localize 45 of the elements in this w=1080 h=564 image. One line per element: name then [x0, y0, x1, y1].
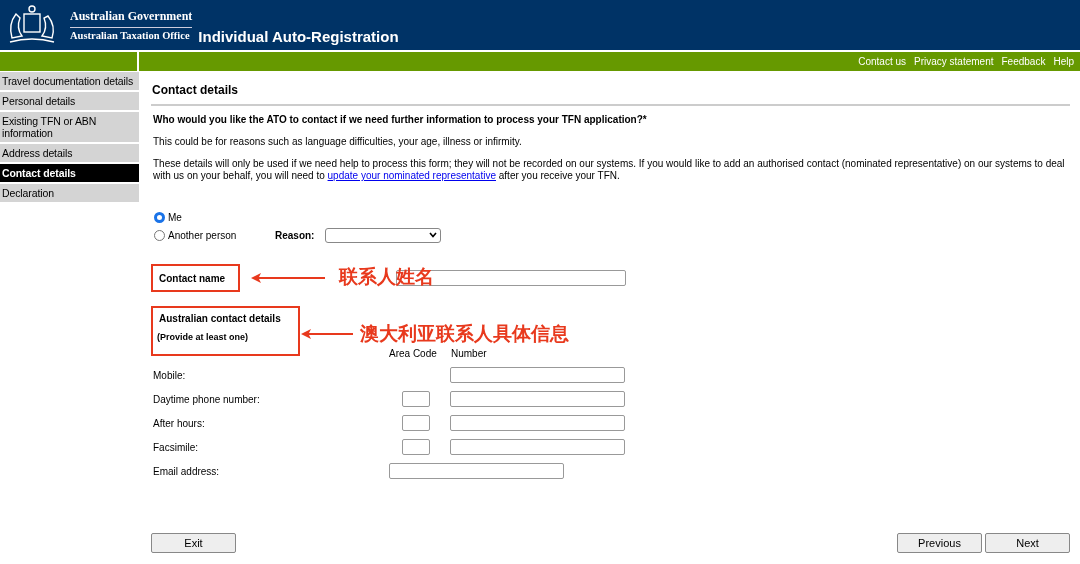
reason-label: Reason:	[275, 229, 315, 241]
agency-name: Australian Government	[70, 9, 193, 28]
email-field[interactable]	[389, 463, 564, 479]
annotation-text: 澳大利亚联系人具体信息	[360, 322, 569, 346]
nominated-representative-link[interactable]: update your nominated representative	[327, 170, 496, 181]
column-header: Area Code	[389, 348, 438, 359]
sidebar-item[interactable]: Address details	[0, 144, 139, 162]
chevron-down-icon	[429, 232, 438, 238]
number-field[interactable]	[450, 391, 625, 407]
area-code-field[interactable]	[402, 439, 430, 455]
field-label: Facsimile:	[153, 441, 199, 453]
area-code-field[interactable]	[402, 391, 430, 407]
radio-label: Me	[168, 211, 182, 223]
field-label: After hours:	[153, 417, 206, 429]
number-field[interactable]	[450, 367, 625, 383]
hint-text: (Provide at least one)	[157, 332, 250, 342]
agency-name: Australian Taxation Office	[70, 30, 191, 41]
annotation-arrow	[301, 329, 353, 339]
sidebar-item[interactable]: Declaration	[0, 184, 139, 202]
sidebar-item[interactable]: Contact details	[0, 164, 139, 182]
sidebar-item[interactable]: Personal details	[0, 92, 139, 110]
next-button[interactable]: Next	[985, 533, 1070, 553]
sidebar-item[interactable]: Existing TFN or ABN information	[0, 112, 139, 142]
radio-button[interactable]	[154, 211, 165, 223]
exit-button[interactable]: Exit	[151, 533, 236, 553]
field-label: Mobile:	[153, 369, 187, 381]
note-text: This could be for reasons such as language difficulties, your age, illness or infirmity.	[153, 136, 523, 148]
sidebar-item[interactable]: Travel documentation details	[0, 72, 139, 90]
app-title: Individual Auto-Registration	[198, 28, 399, 45]
section-heading: Contact details	[151, 81, 1070, 106]
area-code-field[interactable]	[402, 415, 430, 431]
number-field[interactable]	[450, 415, 625, 431]
field-label: Daytime phone number:	[153, 393, 261, 405]
field-label: Contact name	[159, 272, 227, 284]
previous-button[interactable]: Previous	[897, 533, 982, 553]
number-field[interactable]	[450, 439, 625, 455]
radio-label: Another person	[168, 229, 238, 241]
question-text: Who would you like the ATO to contact if we need further information to process your TFN application?*	[153, 114, 648, 126]
column-header: Number	[451, 348, 488, 359]
field-label: Email address:	[153, 465, 221, 477]
annotation-text: 联系人姓名	[339, 265, 434, 289]
details-paragraph: These details will only be used if we need help to process this form; they will not be recorded on our systems. If you would like to add an authorised contact (nominated representative) on our systems to deal with us on your behalf, you will need to update your nominated representative after you receive your TFN.	[153, 158, 1066, 182]
reason-select[interactable]	[325, 227, 442, 243]
radio-button[interactable]	[154, 229, 165, 241]
section-title: Australian contact details	[158, 313, 282, 324]
